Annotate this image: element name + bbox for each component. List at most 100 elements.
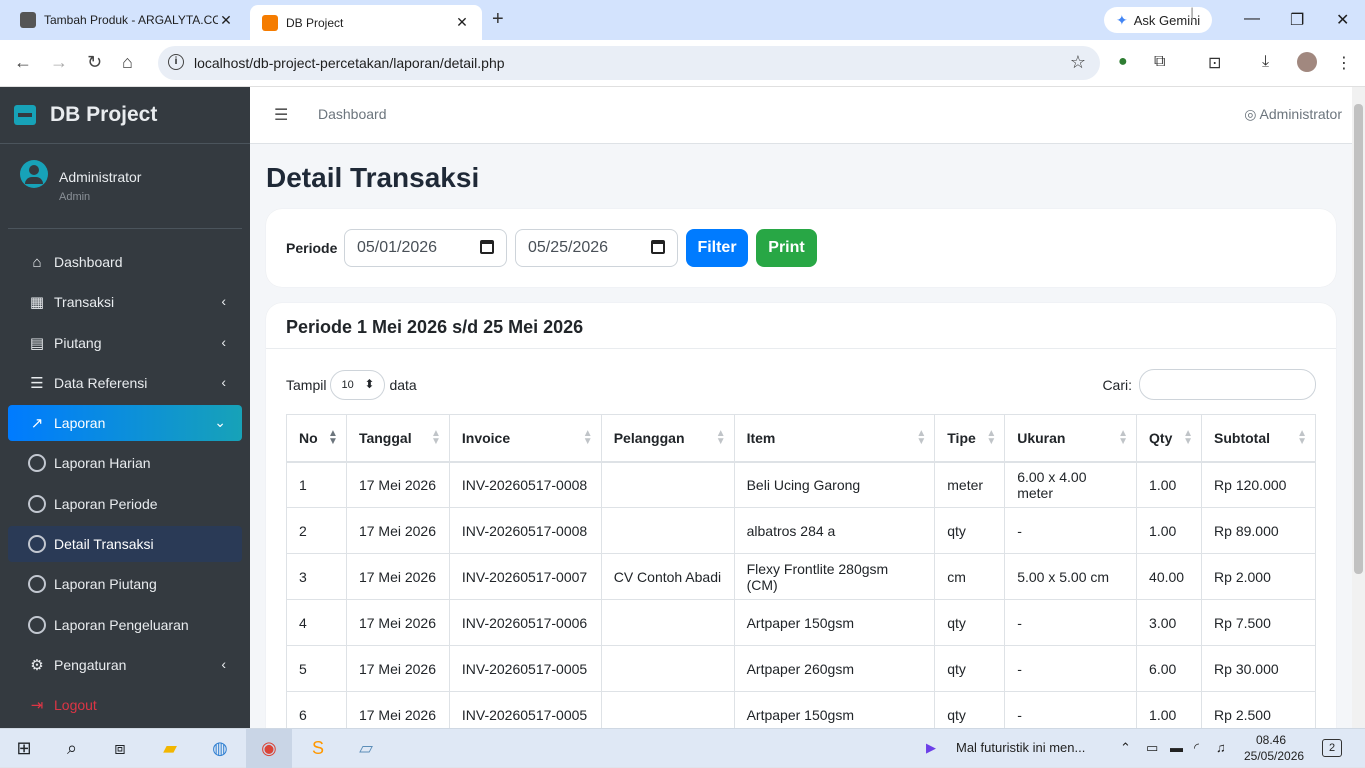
bookmark-star-icon[interactable]: ☆ (1070, 52, 1086, 73)
col-header-invoice[interactable]: Invoice ▲ ▼ (448, 414, 602, 463)
browser-tab-active[interactable]: DB Project ✕ (250, 5, 482, 40)
col-header-no[interactable]: No ▲ ▼ (286, 414, 347, 463)
sidebar-item-laporan-piutang[interactable]: Laporan Piutang (8, 566, 242, 602)
browser-toolbar: ← → ↻ ⌂ i localhost/db-project-percetaka… (0, 40, 1365, 87)
cell-pelanggan (600, 507, 735, 554)
nav-user-name: Administrator (1259, 106, 1342, 122)
close-tab-icon[interactable]: ✕ (454, 14, 470, 31)
col-header-subtotal[interactable]: Subtotal ▲ ▼ (1201, 414, 1316, 463)
notification-center[interactable]: 2 (1322, 739, 1342, 757)
media-play-icon[interactable]: ▶ (926, 740, 936, 756)
browser-tab-inactive[interactable]: Tambah Produk - ARGALYTA.CO ✕ (8, 4, 246, 36)
tab-title: Tambah Produk - ARGALYTA.CO (44, 13, 218, 27)
cell-pelanggan: CV Contoh Abadi (600, 553, 735, 600)
restore-icon[interactable]: ❐ (1290, 10, 1304, 30)
print-button[interactable]: Print (756, 229, 817, 267)
close-tab-icon[interactable]: ✕ (218, 12, 234, 29)
database-icon: ☰ (30, 374, 44, 392)
clock-date[interactable]: 25/05/2026 (1244, 749, 1304, 763)
hamburger-menu-icon[interactable]: ☰ (274, 105, 288, 125)
search-icon[interactable]: ⌕ (52, 729, 92, 768)
site-info-icon[interactable]: i (168, 54, 184, 70)
ask-gemini-button[interactable]: ✦ Ask Gemini (1104, 7, 1213, 33)
volume-icon[interactable]: ♫ (1216, 740, 1226, 755)
close-window-icon[interactable]: ✕ (1336, 10, 1349, 30)
sidebar-item-label: Laporan Piutang (54, 576, 157, 593)
cell-no: 5 (286, 645, 347, 692)
sidebar-item-data-referensi[interactable]: ☰ Data Referensi ‹ (8, 365, 242, 401)
home-icon[interactable]: ⌂ (122, 52, 133, 73)
cell-no: 2 (286, 507, 347, 554)
date-from-input[interactable]: 05/01/2026 (344, 229, 507, 267)
file-explorer-icon[interactable]: ▰ (150, 729, 190, 768)
user-name[interactable]: Administrator (59, 169, 141, 185)
sort-icon: ▲ ▼ (430, 428, 441, 447)
nav-user-menu[interactable]: ◎ Administrator (1244, 106, 1342, 123)
cell-ukuran: 6.00 x 4.00 meter (1004, 461, 1138, 508)
sidebar-item-label: Laporan (54, 415, 106, 432)
col-header-item[interactable]: Item ▲ ▼ (733, 414, 936, 463)
filter-card: Periode 05/01/2026 05/25/2026 Filter Pri… (266, 209, 1336, 287)
sidebar-item-laporan-periode[interactable]: Laporan Periode (8, 486, 242, 522)
network-app-icon[interactable]: ◍ (198, 729, 242, 768)
page-length-select[interactable]: 10 (330, 370, 386, 400)
table-row: 2 17 Mei 2026 INV-20260517-0008 albatros… (286, 507, 1316, 554)
table-row: 1 17 Mei 2026 INV-20260517-0008 Beli Uci… (286, 461, 1316, 508)
tray-device-icon[interactable]: ▭ (1146, 740, 1158, 756)
calendar-icon[interactable] (480, 240, 494, 254)
filter-button[interactable]: Filter (686, 229, 748, 267)
search-input[interactable] (1139, 369, 1316, 400)
sidebar-item-logout[interactable]: ⇥ Logout (8, 687, 242, 723)
date-to-input[interactable]: 05/25/2026 (515, 229, 678, 267)
browser-menu-icon[interactable]: ⋮ (1336, 53, 1352, 73)
page-scrollbar[interactable] (1352, 87, 1365, 728)
forward-icon[interactable]: → (50, 52, 68, 73)
battery-icon[interactable]: ▬ (1170, 740, 1183, 755)
content-wrapper: Detail Transaksi Periode 05/01/2026 05/2… (250, 144, 1352, 728)
invoice-icon: ▤ (29, 334, 45, 352)
sidebar-item-pengaturan[interactable]: ⚙ Pengaturan ‹ (8, 647, 242, 683)
sidebar-item-laporan-harian[interactable]: Laporan Harian (8, 445, 242, 481)
extension-globe-icon[interactable]: ● (1118, 53, 1128, 71)
col-header-qty[interactable]: Qty ▲ ▼ (1136, 414, 1203, 463)
tray-chevron-up-icon[interactable]: ⌃ (1120, 740, 1131, 756)
address-bar[interactable]: i localhost/db-project-percetakan/lapora… (158, 46, 1100, 80)
col-header-ukuran[interactable]: Ukuran ▲ ▼ (1004, 414, 1138, 463)
cell-tipe: qty (934, 691, 1006, 728)
media-title[interactable]: Mal futuristik ini men... (956, 740, 1085, 755)
nav-dashboard-link[interactable]: Dashboard (318, 106, 387, 122)
new-tab-button[interactable]: + (492, 8, 504, 31)
sidebar-item-detail-transaksi[interactable]: Detail Transaksi (8, 526, 242, 563)
back-icon[interactable]: ← (14, 52, 32, 73)
sublime-text-icon[interactable]: S (296, 729, 340, 768)
sidebar-item-laporan[interactable]: ↗ Laporan ⌄ (8, 405, 242, 442)
chrome-icon[interactable]: ◉ (246, 729, 292, 768)
task-view-icon[interactable]: ⧈ (100, 729, 140, 768)
col-header-tanggal[interactable]: Tanggal ▲ ▼ (345, 414, 450, 463)
clock-time[interactable]: 08.46 (1256, 733, 1286, 747)
tab-search-icon[interactable]: ⊡ (1208, 53, 1221, 73)
detail-table: No ▲ ▼ Tanggal ▲ ▼ Invoice ▲ ▼ Pelanggan ▲ ▼ Ite… (286, 414, 1316, 728)
reload-icon[interactable]: ↻ (87, 52, 102, 73)
scrollbar-thumb[interactable] (1354, 104, 1363, 574)
brand-link[interactable]: DB Project (0, 87, 250, 144)
download-icon[interactable]: ⤓ (1262, 53, 1269, 71)
col-header-tipe[interactable]: Tipe ▲ ▼ (934, 414, 1006, 463)
col-header-pelanggan[interactable]: Pelanggan ▲ ▼ (600, 414, 735, 463)
profile-avatar[interactable] (1297, 52, 1317, 72)
sidebar-item-laporan-pengeluaran[interactable]: Laporan Pengeluaran (8, 607, 242, 643)
sidebar-item-dashboard[interactable]: ⌂ Dashboard (8, 244, 242, 280)
cell-invoice: INV-20260517-0005 (448, 691, 602, 728)
wifi-icon[interactable]: ◜ (1194, 740, 1199, 756)
notepad-icon[interactable]: ▱ (344, 729, 388, 768)
report-card: Periode 1 Mei 2026 s/d 25 Mei 2026 Tampi… (266, 303, 1336, 728)
minimize-icon[interactable]: — (1244, 10, 1260, 28)
calendar-icon[interactable] (651, 240, 665, 254)
sort-asc-icon: ▲ ▼ (328, 428, 338, 447)
cell-qty: 1.00 (1136, 461, 1203, 508)
extensions-puzzle-icon[interactable]: ⧉ (1154, 53, 1165, 71)
sidebar-item-piutang[interactable]: ▤ Piutang ‹ (8, 325, 242, 361)
windows-start-icon[interactable]: ⊞ (4, 729, 44, 768)
sidebar-item-transaksi[interactable]: ▦ Transaksi ‹ (8, 284, 242, 320)
cell-invoice: INV-20260517-0008 (448, 507, 602, 554)
